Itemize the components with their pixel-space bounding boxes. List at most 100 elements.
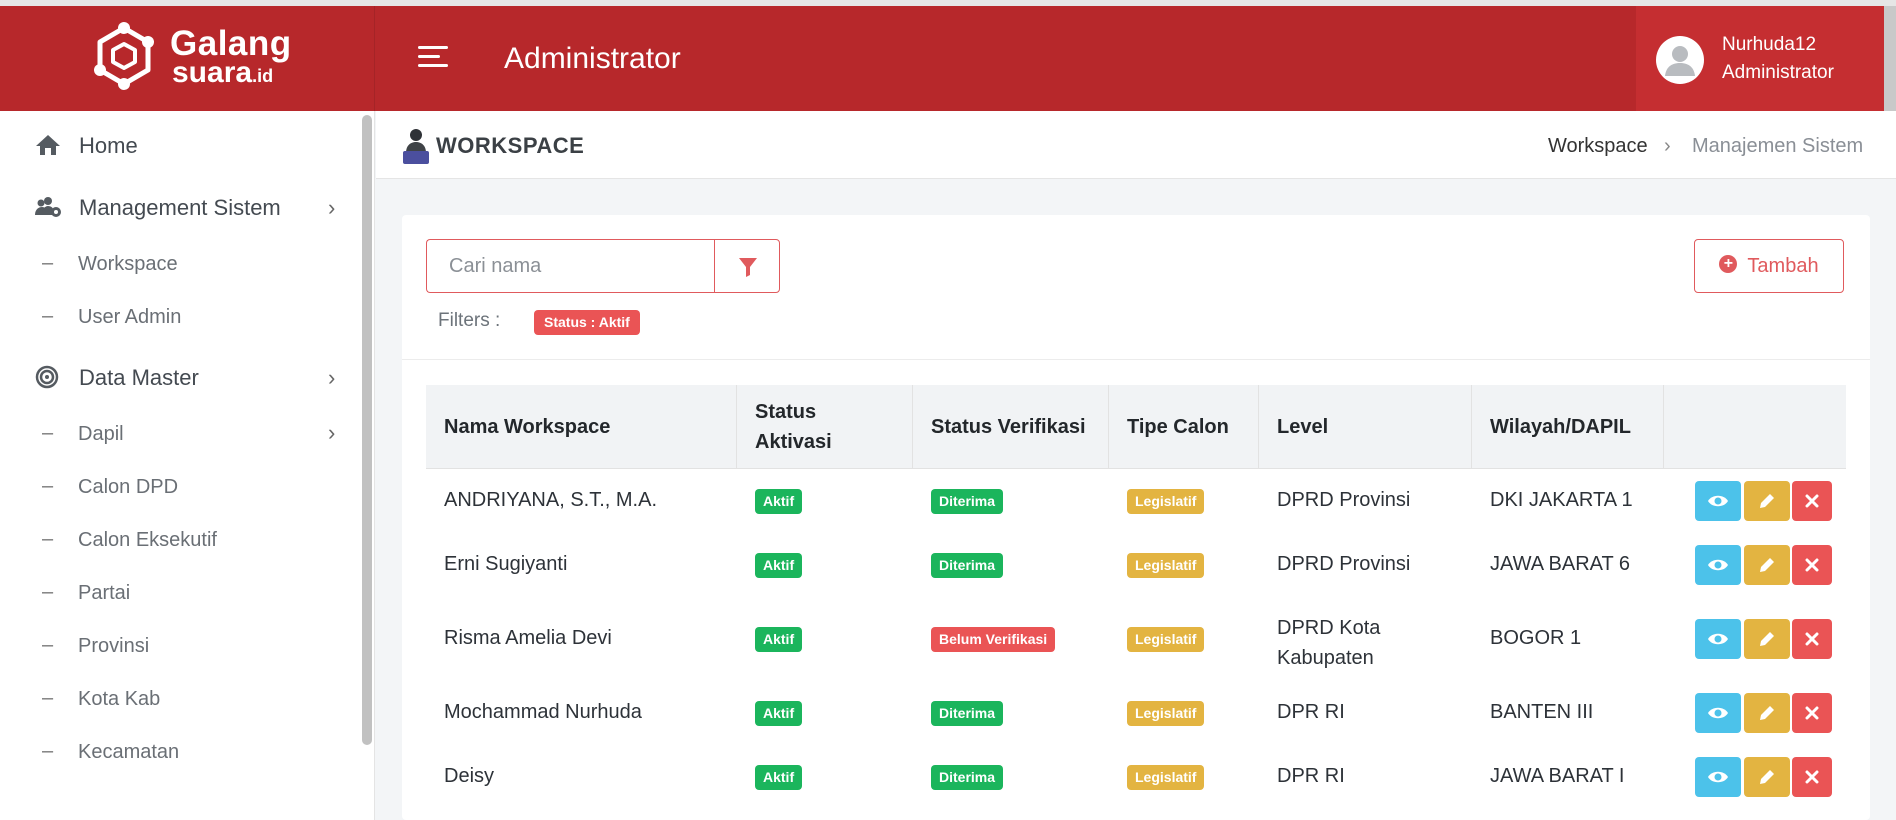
status-badge: Aktif [755,701,803,726]
sidebar-subitem-calon-dpd[interactable]: – Calon DPD [0,467,355,507]
status-badge: Aktif [755,627,803,652]
app-header: Galang suara.id Administrator Nurhuda12 … [0,6,1896,111]
logo[interactable]: Galang suara.id [0,6,375,111]
sidebar-item-label: Management Sistem [79,195,281,220]
user-icon [1665,46,1695,76]
user-role: Administrator [1722,62,1834,83]
delete-button[interactable] [1792,693,1832,733]
delete-button[interactable] [1792,619,1832,659]
sidebar-subitem-partai[interactable]: – Partai [0,573,355,613]
pencil-icon [1760,632,1774,646]
edit-button[interactable] [1744,619,1790,659]
dash-icon: – [42,740,54,762]
column-header-wilayah[interactable]: Wilayah/DAPIL [1472,385,1664,469]
cell-nama: Erni Sugiyanti [444,553,568,575]
chevron-right-icon: › [328,420,336,445]
table-row: Mochammad Nurhuda Aktif Diterima Legisla… [426,681,1846,745]
view-button[interactable] [1695,619,1741,659]
status-badge: Aktif [755,765,803,790]
view-button[interactable] [1695,693,1741,733]
status-badge: Aktif [755,553,803,578]
sidebar-item-data-master[interactable]: Data Master › [0,355,355,399]
hamburger-menu-icon[interactable] [418,46,450,72]
user-menu[interactable]: Nurhuda12 Administrator [1636,6,1896,111]
delete-button[interactable] [1792,757,1832,797]
edit-button[interactable] [1744,693,1790,733]
dash-icon: – [42,528,54,550]
breadcrumb-workspace[interactable]: Workspace [1548,135,1648,158]
page-scrollbar[interactable] [1884,6,1896,111]
sidebar-subitem-dapil[interactable]: – Dapil › [0,414,355,454]
search-input[interactable] [426,239,716,293]
verification-badge: Diterima [931,765,1004,790]
eye-icon [1708,495,1728,507]
filter-button[interactable] [714,239,780,293]
delete-button[interactable] [1792,481,1832,521]
sidebar-subitem-calon-eksekutif[interactable]: – Calon Eksekutif [0,520,355,560]
edit-button[interactable] [1744,545,1790,585]
type-badge: Legislatif [1127,553,1205,578]
table-row: Risma Amelia Devi Aktif Belum Verifikasi… [426,597,1846,681]
column-header-label: Wilayah/DAPIL [1490,416,1631,438]
pencil-icon [1760,770,1774,784]
sidebar-subitem-label: Kota Kab [78,688,161,710]
close-icon [1805,632,1819,646]
cell-level: DPRD Kota Kabupaten [1277,617,1381,669]
type-badge: Legislatif [1127,765,1205,790]
close-icon [1805,494,1819,508]
column-header-label: Status Verifikasi [931,416,1086,438]
filter-icon [739,258,757,277]
table-row: ANDRIYANA, S.T., M.A. Aktif Diterima Leg… [426,469,1846,533]
view-button[interactable] [1695,757,1741,797]
column-header-level[interactable]: Level [1259,385,1472,469]
verification-badge: Diterima [931,489,1004,514]
pencil-icon [1760,558,1774,572]
edit-button[interactable] [1744,481,1790,521]
users-cog-icon [35,197,61,217]
eye-icon [1708,771,1728,783]
pencil-icon [1760,494,1774,508]
chevron-right-icon: › [328,195,336,220]
column-header-actions [1664,385,1846,469]
column-header-nama[interactable]: Nama Workspace [426,385,737,469]
user-name: Nurhuda12 [1722,34,1817,55]
table-header: Nama Workspace Status Aktivasi Status Ve… [426,385,1846,469]
sidebar-subitem-label: Calon DPD [78,476,179,498]
workspace-person-icon [403,129,429,164]
sidebar-item-home[interactable]: Home [0,123,355,167]
filters-label: Filters : [438,310,501,331]
column-header-tipe-calon[interactable]: Tipe Calon [1109,385,1259,469]
cell-level: DPRD Provinsi [1277,489,1411,511]
brand-line2: suara.id [172,56,273,90]
sidebar-item-management-sistem[interactable]: Management Sistem › [0,185,355,229]
type-badge: Legislatif [1127,627,1205,652]
chevron-right-icon: › [328,365,336,390]
dash-icon: – [42,252,54,274]
sidebar-item-label: Data Master [79,365,199,390]
filter-chip-status[interactable]: Status : Aktif [534,310,640,335]
dash-icon: – [42,422,54,444]
verification-badge: Diterima [931,553,1004,578]
cell-wilayah: BOGOR 1 [1490,627,1582,649]
eye-icon [1708,559,1728,571]
sidebar-subitem-kecamatan[interactable]: – Kecamatan [0,732,355,772]
sidebar-subitem-provinsi[interactable]: – Provinsi [0,626,355,666]
sidebar-scrollbar[interactable] [362,115,372,745]
column-header-status-verifikasi[interactable]: Status Verifikasi [913,385,1109,469]
sidebar-subitem-user-admin[interactable]: – User Admin [0,297,355,337]
view-button[interactable] [1695,545,1741,585]
cell-nama: ANDRIYANA, S.T., M.A. [444,489,657,511]
dash-icon: – [42,687,54,709]
cell-wilayah: BANTEN III [1490,701,1594,723]
breadcrumb-separator-icon: › [1664,135,1671,157]
edit-button[interactable] [1744,757,1790,797]
cell-level: DPRD Provinsi [1277,553,1411,575]
add-button[interactable]: + Tambah [1694,239,1844,293]
delete-button[interactable] [1792,545,1832,585]
column-header-status-aktivasi[interactable]: Status Aktivasi [737,385,913,469]
sidebar-subitem-kota-kab[interactable]: – Kota Kab [0,679,355,719]
sidebar-subitem-workspace[interactable]: – Workspace [0,244,355,284]
view-button[interactable] [1695,481,1741,521]
column-header-label: Status Aktivasi [755,401,832,453]
workspace-card: Filters : Status : Aktif + Tambah Nama Wo… [402,215,1870,820]
